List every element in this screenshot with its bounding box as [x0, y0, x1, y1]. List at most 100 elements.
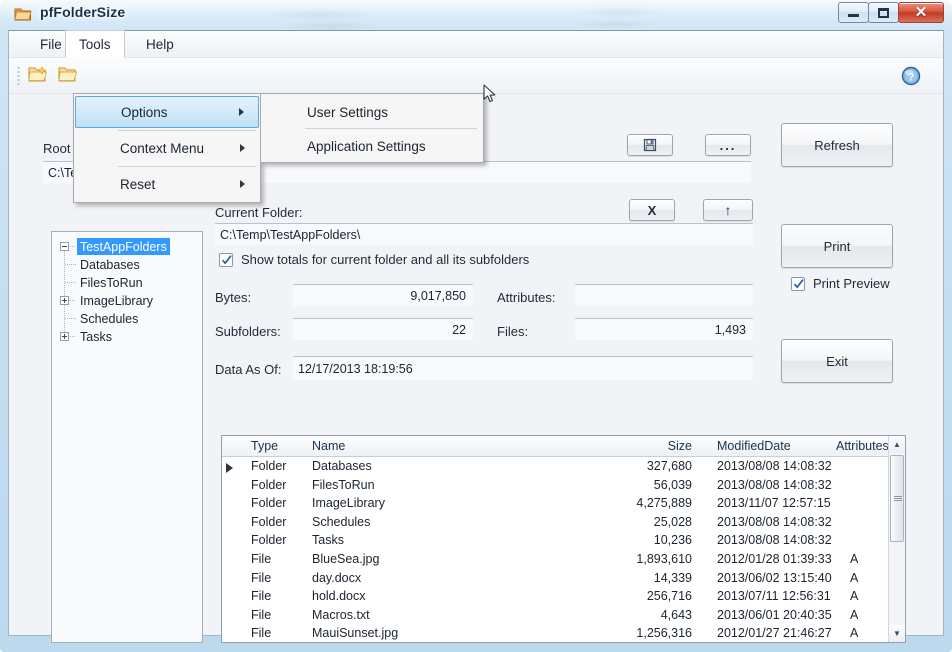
cell-modifieddate: 2012/01/27 21:46:27: [717, 626, 832, 641]
menu-item-options[interactable]: Options: [75, 96, 259, 128]
tree-expander-imagelibrary[interactable]: [60, 296, 69, 305]
print-preview-checkbox[interactable]: [791, 277, 805, 291]
exit-button[interactable]: Exit: [781, 339, 893, 383]
table-row[interactable]: File BlueSea.jpg 1,893,610 2012/01/28 01:39…: [222, 551, 905, 570]
cell-size: 1,256,316: [636, 626, 692, 641]
tools-dropdown-menu[interactable]: Options Context Menu Reset: [73, 93, 261, 203]
show-totals-checkbox[interactable]: [219, 253, 233, 267]
cell-name: hold.docx: [312, 589, 366, 604]
attributes-value: [575, 284, 753, 306]
table-row[interactable]: File day.docx 14,339 2013/06/02 13:15:40 A: [222, 570, 905, 589]
cell-modifieddate: 2013/08/08 14:08:32: [717, 477, 832, 492]
show-totals-label: Show totals for current folder and all i…: [241, 252, 530, 267]
cell-attributes: A: [850, 607, 859, 622]
cell-attributes: A: [850, 570, 859, 585]
cell-modifieddate: 2013/08/08 14:08:32: [717, 514, 832, 529]
menu-tools[interactable]: Tools: [65, 30, 125, 58]
scroll-up-button[interactable]: ▲: [889, 436, 905, 453]
tree-item-schedules[interactable]: Schedules: [80, 310, 138, 327]
table-row[interactable]: File hold.docx 256,716 2013/07/11 12:56:31 A: [222, 588, 905, 607]
print-preview-label: Print Preview: [813, 276, 890, 291]
data-as-of-label: Data As Of:: [215, 362, 282, 377]
bytes-value: 9,017,850: [293, 284, 473, 306]
table-row[interactable]: Folder Databases 327,680 2013/08/08 14:08:3…: [222, 458, 905, 477]
subfolders-value: 22: [293, 318, 473, 340]
table-row[interactable]: Folder Schedules 25,028 2013/08/08 14:08:32: [222, 514, 905, 533]
table-row[interactable]: File Macros.txt 4,643 2013/06/01 20:40:35 A: [222, 607, 905, 626]
folder-tree[interactable]: TestAppFolders Databases FilesToRun Imag…: [51, 231, 203, 643]
cell-type: Folder: [251, 459, 287, 473]
up-folder-button[interactable]: ↑: [703, 199, 753, 221]
toolbar: ?: [9, 58, 943, 94]
menu-help[interactable]: Help: [133, 31, 187, 58]
close-button[interactable]: ✕: [898, 2, 944, 23]
cell-size: 56,039: [653, 477, 692, 492]
grid-scrollbar[interactable]: ▲ ▼: [888, 436, 905, 642]
menu-item-application-settings[interactable]: Application Settings: [262, 130, 482, 162]
clear-button[interactable]: X: [629, 199, 675, 221]
new-folder-icon[interactable]: [27, 65, 49, 85]
cell-attributes: A: [850, 626, 859, 641]
scrollbar-thumb[interactable]: [890, 455, 904, 542]
tree-item-label: Databases: [80, 257, 140, 272]
submenu-arrow-icon: [239, 108, 244, 116]
save-root-folder-button[interactable]: [627, 134, 673, 156]
tree-line: [65, 318, 76, 319]
window-controls: ✕: [838, 2, 944, 24]
row-selection-indicator: [226, 462, 233, 473]
grid-col-modifieddate[interactable]: ModifiedDate: [717, 439, 791, 453]
tree-item-testappfolders[interactable]: TestAppFolders: [77, 238, 170, 255]
cell-type: Folder: [251, 514, 287, 529]
cell-modifieddate: 2012/01/28 01:39:33: [717, 552, 832, 566]
menu-separator: [118, 166, 256, 167]
cell-modifieddate: 2013/08/08 14:08:32: [717, 459, 832, 473]
tree-expander-testappfolders[interactable]: [60, 242, 69, 251]
checkmark-icon: [793, 279, 804, 289]
cell-name: Schedules: [312, 514, 371, 529]
cell-type: File: [251, 570, 272, 585]
help-icon[interactable]: ?: [901, 66, 921, 86]
grid-header-row: Type Name Size ModifiedDate Attributes: [222, 436, 905, 457]
grid-col-attributes[interactable]: Attributes: [836, 439, 888, 453]
scroll-down-button[interactable]: ▼: [889, 625, 905, 642]
maximize-button[interactable]: [868, 2, 899, 23]
tree-item-filestorun[interactable]: FilesToRun: [80, 274, 143, 291]
tree-item-imagelibrary[interactable]: ImageLibrary: [80, 292, 153, 309]
menu-item-user-settings[interactable]: User Settings: [262, 96, 482, 128]
tree-item-databases[interactable]: Databases: [80, 256, 140, 273]
table-row[interactable]: Folder FilesToRun 56,039 2013/08/08 14:08:3…: [222, 477, 905, 496]
cell-name: BlueSea.jpg: [312, 552, 380, 566]
grid-col-size[interactable]: Size: [647, 439, 692, 453]
title-bar[interactable]: pfFolderSize ✕: [0, 0, 952, 30]
file-list-grid[interactable]: Type Name Size ModifiedDate Attributes F…: [221, 435, 906, 643]
menu-item-reset[interactable]: Reset: [75, 168, 259, 200]
toolbar-grip[interactable]: [17, 66, 20, 86]
current-folder-input[interactable]: C:\Temp\TestAppFolders\: [215, 223, 753, 245]
browse-folder-button[interactable]: ...: [705, 134, 751, 156]
menu-separator: [118, 130, 256, 131]
window-title: pfFolderSize: [40, 4, 126, 20]
menu-separator: [305, 128, 477, 129]
tree-item-tasks[interactable]: Tasks: [80, 328, 112, 345]
options-submenu[interactable]: User Settings Application Settings: [260, 93, 484, 163]
table-row[interactable]: Folder Tasks 10,236 2013/08/08 14:08:32: [222, 532, 905, 551]
grid-col-type[interactable]: Type: [251, 439, 278, 453]
refresh-button[interactable]: Refresh: [781, 123, 893, 167]
menu-item-label: Context Menu: [120, 140, 205, 156]
table-row[interactable]: Folder ImageLibrary 4,275,889 2013/11/07 12…: [222, 495, 905, 514]
cell-size: 4,275,889: [636, 496, 692, 511]
print-button[interactable]: Print: [781, 224, 893, 268]
tree-expander-tasks[interactable]: [60, 332, 69, 341]
tree-item-label: FilesToRun: [80, 275, 143, 290]
maximize-icon: [878, 7, 889, 18]
application-window: pfFolderSize ✕ File Tools Help ? Root ..…: [0, 0, 952, 652]
grid-col-name[interactable]: Name: [312, 439, 345, 453]
open-folder-icon[interactable]: [57, 65, 79, 85]
menu-tools-label: Tools: [79, 36, 111, 52]
close-icon: ✕: [914, 4, 928, 21]
cell-modifieddate: 2013/06/01 20:40:35: [717, 607, 832, 622]
minimize-button[interactable]: [838, 2, 869, 23]
table-row[interactable]: File MauiSunset.jpg 1,256,316 2012/01/27 21…: [222, 625, 905, 644]
menu-item-context-menu[interactable]: Context Menu: [75, 132, 259, 164]
cell-name: ImageLibrary: [312, 496, 385, 511]
